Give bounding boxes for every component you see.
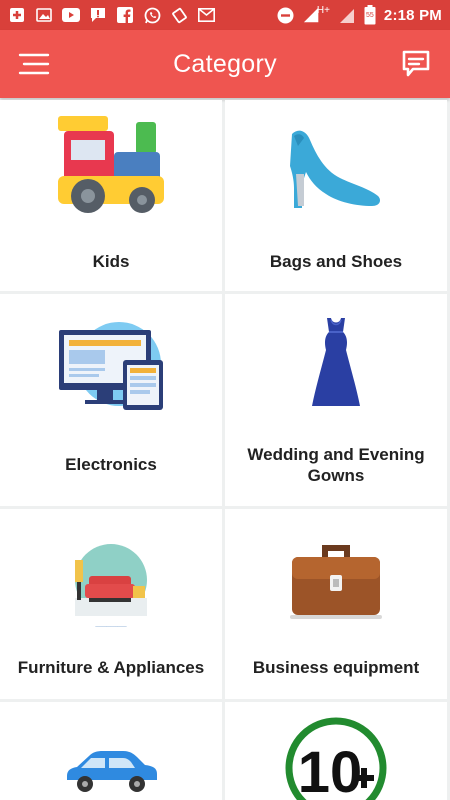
category-tile-bags-and-shoes[interactable]: Bags and Shoes [225, 100, 447, 291]
page-title: Category [173, 49, 277, 78]
toy-train-icon [0, 114, 222, 224]
category-tile-electronics[interactable]: Electronics [0, 294, 222, 506]
category-tile-wedding-and-evening-gowns[interactable]: Wedding and Evening Gowns [225, 294, 447, 506]
category-label: Wedding and Evening Gowns [247, 445, 425, 485]
rotate-icon [170, 6, 188, 24]
high-heel-shoe-icon [225, 128, 447, 210]
category-label: Kids [92, 252, 130, 271]
download-notification-icon [8, 6, 26, 24]
category-tile-vehicles[interactable] [0, 702, 222, 800]
svg-text:10: 10 [298, 740, 363, 800]
signal-2-icon [338, 6, 356, 24]
battery-icon: 55 [364, 5, 376, 25]
youtube-icon [62, 6, 80, 24]
network-type: H+ [316, 4, 330, 16]
do-not-disturb-icon [277, 6, 295, 24]
status-bar: H+ 55 2:18 PM [0, 0, 450, 30]
svg-text:______________: ______________ [94, 622, 127, 627]
evening-gown-icon [225, 316, 447, 408]
living-room-furniture-icon: ______________ [0, 542, 222, 632]
ten-plus-badge-icon: 10 [225, 716, 447, 800]
briefcase-icon [225, 539, 447, 621]
category-tile-kids[interactable]: Kids [0, 100, 222, 291]
category-tile-business-equipment[interactable]: Business equipment [225, 509, 447, 699]
battery-level: 55 [366, 12, 374, 19]
app-bar: Category [0, 30, 450, 98]
image-notification-icon [35, 6, 53, 24]
category-label: Electronics [65, 455, 157, 474]
category-grid: Kids Bags and Shoes Electronics Wedding … [0, 98, 450, 800]
computer-devices-icon [0, 320, 222, 412]
chat-button[interactable] [400, 48, 432, 80]
whatsapp-icon [143, 6, 161, 24]
email-icon [197, 6, 215, 24]
hamburger-menu-icon [18, 53, 50, 75]
category-label: Bags and Shoes [269, 252, 403, 271]
category-tile-more[interactable]: 10 [225, 702, 447, 800]
status-time: 2:18 PM [383, 6, 442, 24]
facebook-icon [116, 6, 134, 24]
menu-button[interactable] [18, 52, 50, 76]
chat-icon [402, 50, 430, 77]
category-label: Business equipment [252, 658, 420, 677]
category-label: Furniture & Appliances [17, 658, 205, 677]
message-notification-icon [89, 6, 107, 24]
car-icon [0, 750, 222, 792]
category-tile-furniture-and-appliances[interactable]: ______________ Furniture & Appliances [0, 509, 222, 699]
